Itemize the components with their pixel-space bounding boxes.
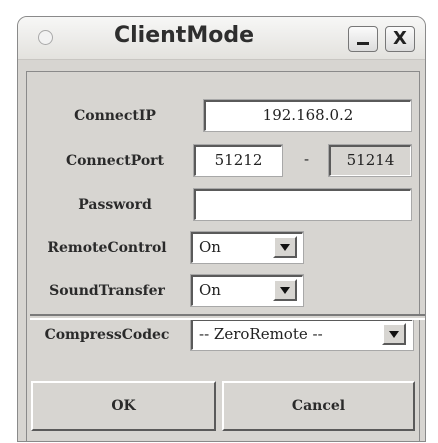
sound-transfer-select[interactable]: On bbox=[190, 274, 304, 307]
compress-codec-dropdown-button[interactable] bbox=[382, 323, 406, 345]
connect-ip-label: ConnectIP bbox=[74, 108, 156, 124]
sound-transfer-dropdown-button[interactable] bbox=[273, 279, 297, 301]
minimize-icon bbox=[357, 42, 369, 45]
cancel-button[interactable]: Cancel bbox=[222, 381, 415, 431]
password-label: Password bbox=[78, 197, 152, 213]
remote-control-label: RemoteControl bbox=[47, 240, 167, 256]
connect-ip-input[interactable]: 192.168.0.2 bbox=[203, 99, 412, 132]
sound-transfer-value: On bbox=[199, 281, 221, 299]
client-mode-window: ClientMode X ConnectIP 192.168.0.2 Conne… bbox=[17, 16, 426, 442]
separator-line bbox=[30, 314, 425, 320]
port-range-separator: - bbox=[304, 150, 310, 168]
close-icon: X bbox=[393, 28, 407, 49]
close-button[interactable]: X bbox=[385, 26, 415, 52]
ok-button[interactable]: OK bbox=[31, 381, 216, 431]
title-bar[interactable]: ClientMode X bbox=[18, 17, 425, 60]
connect-port-label: ConnectPort bbox=[65, 153, 165, 169]
chevron-down-icon bbox=[280, 244, 290, 251]
chevron-down-icon bbox=[389, 331, 399, 338]
chevron-down-icon bbox=[280, 287, 290, 294]
remote-control-select[interactable]: On bbox=[190, 231, 304, 264]
connect-port-to-field: 51214 bbox=[328, 144, 412, 177]
remote-control-dropdown-button[interactable] bbox=[273, 236, 297, 258]
compress-codec-value: -- ZeroRemote -- bbox=[199, 325, 323, 343]
compress-codec-label: CompressCodec bbox=[44, 327, 170, 343]
window-title: ClientMode bbox=[114, 23, 255, 48]
dialog-body: ConnectIP 192.168.0.2 ConnectPort 51212 … bbox=[26, 71, 420, 441]
password-input[interactable] bbox=[193, 188, 412, 221]
remote-control-value: On bbox=[199, 238, 221, 256]
compress-codec-select[interactable]: -- ZeroRemote -- bbox=[190, 318, 414, 351]
sound-transfer-label: SoundTransfer bbox=[49, 283, 165, 299]
minimize-button[interactable] bbox=[348, 26, 378, 52]
connect-port-from-input[interactable]: 51212 bbox=[193, 144, 283, 177]
window-menu-icon[interactable] bbox=[38, 30, 53, 45]
